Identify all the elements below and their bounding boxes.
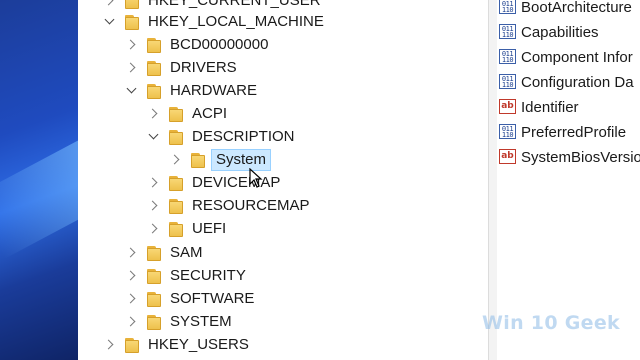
tree-node-sam[interactable]: SAM [124,242,206,264]
tree-node-label: SECURITY [170,267,246,284]
chevron-down-icon[interactable] [146,129,162,145]
chevron-down-icon[interactable] [102,14,118,30]
folder-icon [124,337,140,354]
folder-icon [146,83,162,100]
tree-node-label: SOFTWARE [170,290,255,307]
folder-icon [146,314,162,331]
binary-value-icon: 011 110 [499,24,518,40]
value-name: Configuration Da [521,73,634,91]
tree-node-bcd[interactable]: BCD00000000 [124,34,271,56]
binary-value-icon: 011 110 [499,124,518,140]
folder-icon [168,175,184,192]
tree-node-label: RESOURCEMAP [192,197,310,214]
value-row[interactable]: ab SystemBiosVersio [497,146,640,168]
tree-node-drivers[interactable]: DRIVERS [124,57,240,79]
chevron-right-icon[interactable] [124,60,140,76]
tree-node-uefi[interactable]: UEFI [146,218,229,240]
chevron-right-icon[interactable] [146,175,162,191]
folder-icon [168,106,184,123]
tree-node-label: DRIVERS [170,59,237,76]
folder-icon [124,14,140,31]
folder-icon [146,37,162,54]
watermark: Win 10 Geek [482,312,620,334]
chevron-right-icon[interactable] [168,152,184,168]
folder-icon [168,198,184,215]
chevron-right-icon[interactable] [146,106,162,122]
tree-node-label: HKEY_USERS [148,336,249,353]
value-row[interactable]: ab Identifier [497,96,579,118]
chevron-right-icon[interactable] [146,198,162,214]
folder-icon [146,60,162,77]
chevron-right-icon[interactable] [102,0,118,9]
binary-value-icon: 011 110 [499,0,518,15]
tree-node-hklm[interactable]: HKEY_LOCAL_MACHINE [102,11,327,33]
tree-node-label: SYSTEM [170,313,232,330]
tree-node-description[interactable]: DESCRIPTION [146,126,298,148]
chevron-right-icon[interactable] [124,268,140,284]
registry-values-pane[interactable]: 011 110 BootArchitecture 011 110 Capabilit… [497,0,640,360]
tree-node-label: ACPI [192,105,228,122]
tree-node-security[interactable]: SECURITY [124,265,249,287]
value-row[interactable]: 011 110 Capabilities [497,21,599,43]
string-value-icon: ab [499,99,518,115]
tree-node-label: DEVICEMAP [192,174,281,191]
tree-node-resourcemap[interactable]: RESOURCEMAP [146,195,313,217]
folder-icon [168,129,184,146]
folder-icon [124,0,140,10]
value-name: Component Infor [521,48,633,66]
tree-node-label: UEFI [192,220,227,237]
tree-node-acpi[interactable]: ACPI [146,103,230,125]
desktop-background [0,0,78,360]
chevron-right-icon[interactable] [124,314,140,330]
value-row[interactable]: 011 110 BootArchitecture [497,0,632,18]
folder-icon [146,268,162,285]
value-name: Identifier [521,98,579,116]
tree-node-label: SAM [170,244,203,261]
tree-node-label: BCD00000000 [170,36,269,53]
chevron-right-icon[interactable] [124,245,140,261]
tree-node-label: HKEY_CURRENT_USER [148,0,321,9]
value-row[interactable]: 011 110 Configuration Da [497,71,634,93]
mouse-pointer-icon [249,168,263,188]
folder-icon [146,291,162,308]
chevron-right-icon[interactable] [124,291,140,307]
tree-node-label: HKEY_LOCAL_MACHINE [148,13,324,30]
binary-value-icon: 011 110 [499,49,518,65]
folder-icon [146,245,162,262]
value-row[interactable]: 011 110 Component Infor [497,46,633,68]
tree-node-label: HARDWARE [170,82,257,99]
tree-node-software[interactable]: SOFTWARE [124,288,257,310]
value-name: SystemBiosVersio [521,148,640,166]
registry-tree-pane[interactable]: HKEY_CURRENT_USER HKEY_LOCAL_MACHINE BCD… [78,0,488,360]
string-value-icon: ab [499,149,518,165]
value-row[interactable]: 011 110 PreferredProfile [497,121,626,143]
value-name: Capabilities [521,23,599,41]
value-name: PreferredProfile [521,123,627,141]
chevron-right-icon[interactable] [146,221,162,237]
value-name: BootArchitecture [521,0,632,16]
tree-node-system[interactable]: SYSTEM [124,311,235,333]
chevron-right-icon[interactable] [102,337,118,353]
chevron-right-icon[interactable] [124,37,140,53]
binary-value-icon: 011 110 [499,74,518,90]
folder-icon [168,221,184,238]
chevron-down-icon[interactable] [124,83,140,99]
tree-node-hku[interactable]: HKEY_USERS [102,334,252,356]
tree-node-label: DESCRIPTION [192,128,295,145]
tree-node-hardware[interactable]: HARDWARE [124,80,260,102]
folder-icon [190,152,206,169]
